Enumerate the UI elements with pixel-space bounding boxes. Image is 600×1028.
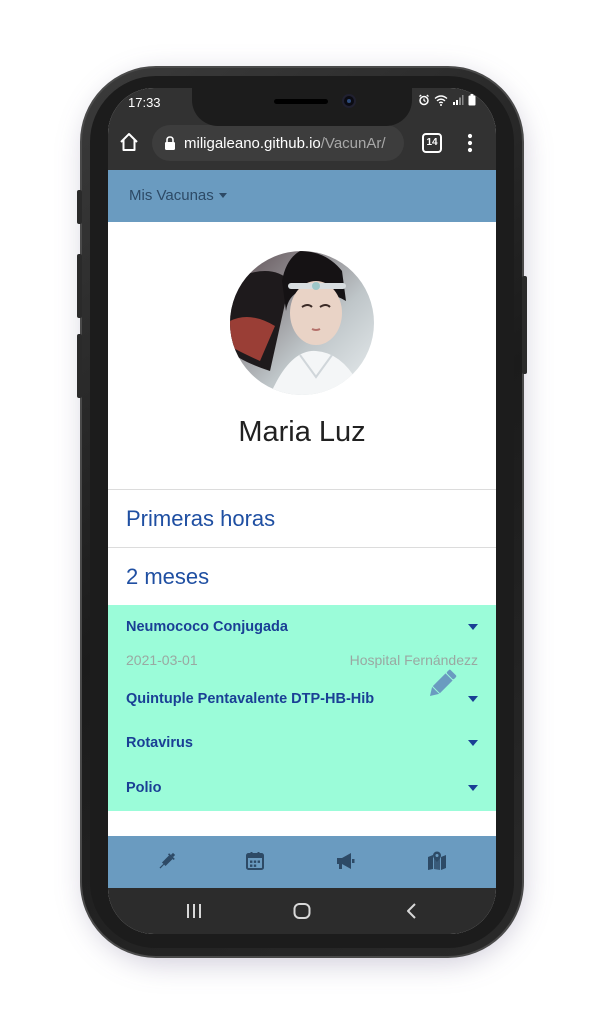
signal-icon: [453, 95, 464, 105]
front-camera: [342, 94, 356, 108]
caret-down-icon: [468, 785, 478, 791]
caret-down-icon: [218, 193, 227, 198]
map-icon[interactable]: [426, 850, 448, 872]
dropdown-label: Mis Vacunas: [129, 187, 214, 204]
back-icon[interactable]: [402, 901, 422, 921]
section-2-meses[interactable]: 2 meses: [108, 547, 496, 605]
device-mockup: 17:33 miligaleano.github.io /VacunAr/ 14…: [0, 0, 600, 1028]
vaccine-name: Quintuple Pentavalente DTP-HB-Hib: [126, 691, 375, 707]
profile-name: Maria Luz: [238, 416, 366, 448]
power-button: [522, 276, 527, 374]
vaccine-item-neumococo[interactable]: Neumococo Conjugada: [126, 616, 478, 638]
vaccine-list: Neumococo Conjugada 2021-03-01 Hospital …: [108, 605, 496, 811]
speaker-grille: [274, 99, 328, 104]
notch: [192, 88, 412, 126]
main-content: Maria Luz Primeras horas 2 meses Neumoco…: [108, 222, 496, 836]
status-icons: [418, 94, 476, 106]
url-path: /VacunAr/: [320, 134, 386, 152]
vaccine-name: Neumococo Conjugada: [126, 619, 288, 635]
caret-down-icon: [468, 740, 478, 746]
volume-down-button: [77, 334, 82, 398]
volume-up-button: [77, 254, 82, 318]
avatar-photo: [230, 251, 374, 395]
vaccine-name: Polio: [126, 780, 162, 796]
caret-down-icon: [468, 624, 478, 630]
system-navigation-bar: [108, 888, 496, 934]
syringe-icon[interactable]: [156, 850, 178, 872]
status-time: 17:33: [128, 95, 161, 110]
calendar-icon[interactable]: [244, 850, 266, 872]
app-navbar: Mis Vacunas: [108, 170, 496, 222]
address-bar[interactable]: miligaleano.github.io/VacunAr/: [152, 125, 404, 161]
wifi-icon: [434, 95, 448, 106]
caret-down-icon: [468, 696, 478, 702]
tab-switcher-button[interactable]: 14: [422, 133, 442, 153]
section-primeras-horas[interactable]: Primeras horas: [108, 489, 496, 547]
home-icon[interactable]: [118, 131, 140, 153]
url-domain: miligaleano.github.io: [184, 134, 321, 152]
lock-icon: [165, 136, 175, 150]
mis-vacunas-dropdown[interactable]: Mis Vacunas: [129, 187, 227, 204]
more-options-icon[interactable]: [464, 132, 476, 154]
avatar: [230, 251, 374, 395]
vaccine-item-polio[interactable]: Polio: [126, 777, 478, 799]
megaphone-icon[interactable]: [334, 850, 356, 872]
battery-icon: [468, 94, 476, 106]
vaccine-name: Rotavirus: [126, 735, 193, 751]
vaccine-item-rotavirus[interactable]: Rotavirus: [126, 732, 478, 754]
phone-screen: 17:33 miligaleano.github.io /VacunAr/ 14…: [108, 88, 496, 934]
alarm-icon: [419, 94, 429, 106]
bottom-navbar: [108, 836, 496, 888]
side-button: [77, 190, 82, 224]
pencil-icon[interactable]: [424, 666, 460, 702]
vaccine-date: 2021-03-01: [126, 652, 198, 668]
home-button-icon[interactable]: [292, 901, 312, 921]
recent-apps-icon[interactable]: [184, 901, 204, 921]
